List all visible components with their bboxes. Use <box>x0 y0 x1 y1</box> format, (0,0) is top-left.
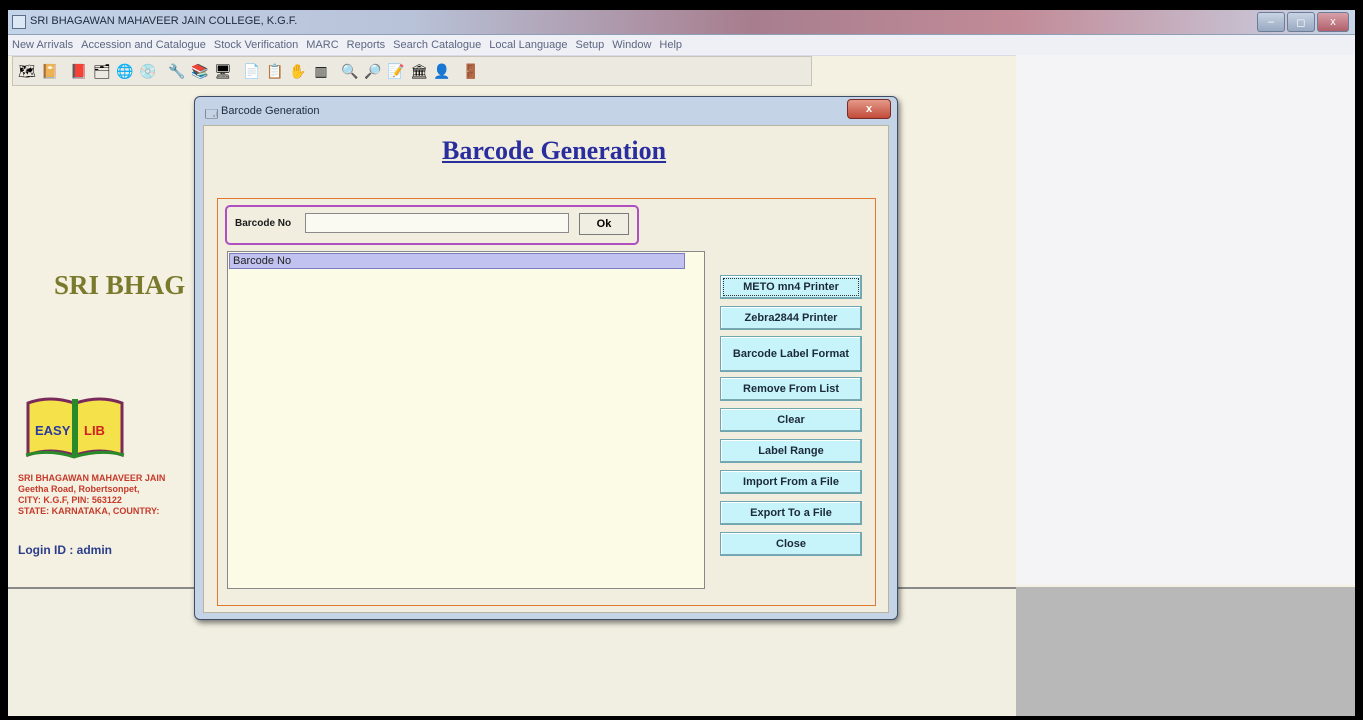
export-to-file-button[interactable]: Export To a File <box>720 501 862 525</box>
edit-icon[interactable]: 📝 <box>386 61 406 81</box>
close-button[interactable]: Close <box>720 532 862 556</box>
meto-printer-button[interactable]: METO mn4 Printer <box>720 275 862 299</box>
tools-icon[interactable]: 🔧 <box>167 61 187 81</box>
search-icon[interactable]: 🔍 <box>340 61 360 81</box>
library-icon[interactable]: 🏛 <box>409 61 429 81</box>
easylib-logo: EASY LIB <box>24 395 126 463</box>
address-line: CITY: K.G.F, PIN: 563122 <box>18 495 122 505</box>
globe-icon[interactable]: 🌐 <box>115 61 135 81</box>
title-bar: SRI BHAGAWAN MAHAVEER JAIN COLLEGE, K.G.… <box>8 10 1355 35</box>
barcode-search-group: Barcode No Ok <box>225 205 639 245</box>
menu-stock-verification[interactable]: Stock Verification <box>210 39 302 51</box>
app-window: SRI BHAGAWAN MAHAVEER JAIN COLLEGE, K.G.… <box>8 10 1355 716</box>
minimize-button[interactable]: – <box>1257 12 1285 32</box>
logo-text-lib: LIB <box>84 423 105 438</box>
menu-help[interactable]: Help <box>655 39 686 51</box>
zebra-printer-button[interactable]: Zebra2844 Printer <box>720 306 862 330</box>
barcode-no-input[interactable] <box>305 213 569 233</box>
menu-accession-catalogue[interactable]: Accession and Catalogue <box>77 39 210 51</box>
catalogue-icon[interactable]: 📔 <box>40 61 60 81</box>
window-controls: – ◻ x <box>1257 12 1349 32</box>
barcode-list[interactable]: Barcode No <box>227 251 705 589</box>
menu-setup[interactable]: Setup <box>572 39 609 51</box>
dialog-icon: 🗔 <box>205 107 219 121</box>
address-line: SRI BHAGAWAN MAHAVEER JAIN <box>18 473 166 483</box>
toolbar: 🗺 📔 📕 🗂 🌐 💿 🔧 📚 🖥 📄 📋 ✋ ▥ 🔍 🔎 📝 🏛 👤 🚪 <box>12 56 812 86</box>
menu-new-arrivals[interactable]: New Arrivals <box>8 39 77 51</box>
menu-bar: New Arrivals Accession and Catalogue Sto… <box>8 35 1355 56</box>
dialog-body: Barcode Generation Barcode No Ok Barcode… <box>203 125 889 613</box>
logo-text-easy: EASY <box>35 423 71 438</box>
barcode-frame: Barcode No Ok Barcode No METO mn4 Printe… <box>217 198 876 606</box>
menu-local-language[interactable]: Local Language <box>485 39 571 51</box>
search-cards-icon[interactable]: 🔎 <box>363 61 383 81</box>
import-from-file-button[interactable]: Import From a File <box>720 470 862 494</box>
window-title: SRI BHAGAWAN MAHAVEER JAIN COLLEGE, K.G.… <box>30 15 298 27</box>
new-arrivals-icon[interactable]: 🗺 <box>17 61 37 81</box>
label-range-button[interactable]: Label Range <box>720 439 862 463</box>
list-column-header[interactable]: Barcode No <box>229 253 685 269</box>
exit-icon[interactable]: 🚪 <box>461 61 481 81</box>
clear-button[interactable]: Clear <box>720 408 862 432</box>
ok-button[interactable]: Ok <box>579 213 629 235</box>
hand-icon[interactable]: ✋ <box>288 61 308 81</box>
page-icon[interactable]: 📄 <box>242 61 262 81</box>
page-title: Barcode Generation <box>442 136 667 165</box>
menu-search-catalogue[interactable]: Search Catalogue <box>389 39 485 51</box>
barcode-generation-dialog: 🗔 Barcode Generation x Barcode Generatio… <box>194 96 898 620</box>
menu-reports[interactable]: Reports <box>343 39 390 51</box>
barcode-label-format-button[interactable]: Barcode Label Format <box>720 336 862 372</box>
address-line: Geetha Road, Robertsonpet, <box>18 484 140 494</box>
college-address: SRI BHAGAWAN MAHAVEER JAIN Geetha Road, … <box>18 473 165 517</box>
card-icon[interactable]: 🗂 <box>92 61 112 81</box>
list-icon[interactable]: 📋 <box>265 61 285 81</box>
books-icon[interactable]: 📚 <box>190 61 210 81</box>
barcode-no-label: Barcode No <box>235 218 292 229</box>
address-line: STATE: KARNATAKA, COUNTRY: <box>18 506 160 516</box>
background-grey-panel <box>1016 587 1355 716</box>
barcode-icon[interactable]: ▥ <box>311 61 331 81</box>
menu-marc[interactable]: MARC <box>302 39 342 51</box>
app-icon <box>12 15 26 29</box>
maximize-button[interactable]: ◻ <box>1287 12 1315 32</box>
college-banner: SRI BHAG <box>54 270 186 300</box>
dialog-title: Barcode Generation <box>221 105 320 117</box>
user-search-icon[interactable]: 👤 <box>432 61 452 81</box>
book-icon[interactable]: 📕 <box>69 61 89 81</box>
monitor-icon[interactable]: 🖥 <box>213 61 233 81</box>
dialog-close-button[interactable]: x <box>847 99 891 119</box>
remove-from-list-button[interactable]: Remove From List <box>720 377 862 401</box>
background-right-panel <box>1016 55 1355 585</box>
login-id: Login ID : admin <box>18 543 112 557</box>
cd-icon[interactable]: 💿 <box>138 61 158 81</box>
menu-window[interactable]: Window <box>608 39 655 51</box>
close-window-button[interactable]: x <box>1317 12 1349 32</box>
